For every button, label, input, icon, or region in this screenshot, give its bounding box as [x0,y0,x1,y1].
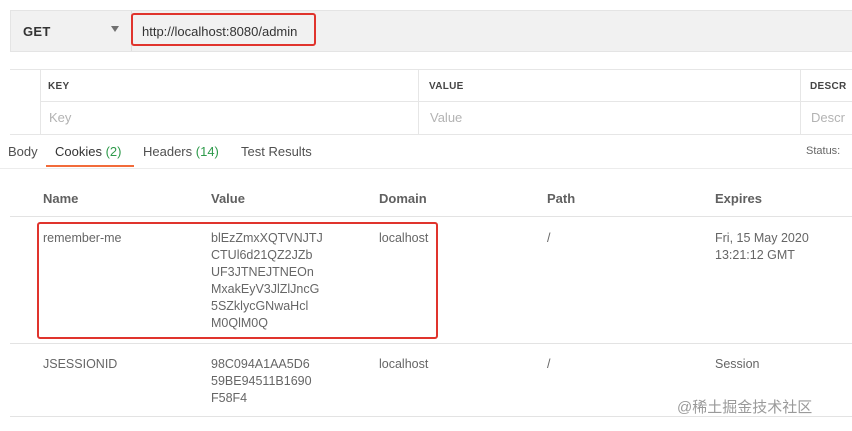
status-label: Status: [806,145,841,157]
param-value-header: VALUE [429,81,464,92]
cookie-domain: localhost [379,357,429,371]
column-divider [418,70,419,134]
cookie-path: / [547,231,551,245]
column-header-path: Path [547,191,576,206]
tab-label: Headers [143,144,193,159]
tab-cookies[interactable]: Cookies (2) [55,144,121,159]
tab-count: (2) [105,144,122,159]
method-label: GET [23,24,51,39]
tab-label: Cookies [55,144,102,159]
header-divider [10,216,852,217]
cookie-path: / [547,357,551,371]
param-key-input[interactable]: Key [49,110,71,125]
chevron-down-icon [111,26,119,32]
param-description-input[interactable]: Descr [811,110,845,125]
column-header-domain: Domain [379,191,427,206]
tab-headers[interactable]: Headers (14) [143,144,219,159]
cookie-expires: Session [715,357,760,371]
column-divider [800,70,801,134]
url-highlight-box [131,13,316,46]
tab-count: (14) [195,144,219,159]
param-description-header: DESCR [810,81,847,92]
column-header-value: Value [211,191,245,206]
column-divider [40,70,41,134]
column-header-expires: Expires [715,191,762,206]
cookie-expires: Fri, 15 May 2020 13:21:12 GMT [715,231,809,262]
method-select[interactable]: GET [11,11,131,51]
cookie-name: JSESSIONID [43,357,118,371]
watermark: @稀土掘金技术社区 [677,399,813,416]
tab-label: Body [8,144,38,159]
cookie-value: 98C094A1AA5D6 59BE94511B1690 F58F4 [211,357,312,405]
tab-test-results[interactable]: Test Results [241,144,312,159]
cookie-highlight-box [37,222,438,339]
active-tab-indicator [46,165,134,167]
row-divider [40,101,852,102]
param-value-input[interactable]: Value [430,110,462,125]
params-table: KEY VALUE DESCR Key Value Descr [10,69,852,135]
tab-body[interactable]: Body [8,144,38,159]
param-key-header: KEY [48,81,70,92]
divider [0,168,852,169]
column-header-name: Name [43,191,79,206]
tab-label: Test Results [241,144,312,159]
